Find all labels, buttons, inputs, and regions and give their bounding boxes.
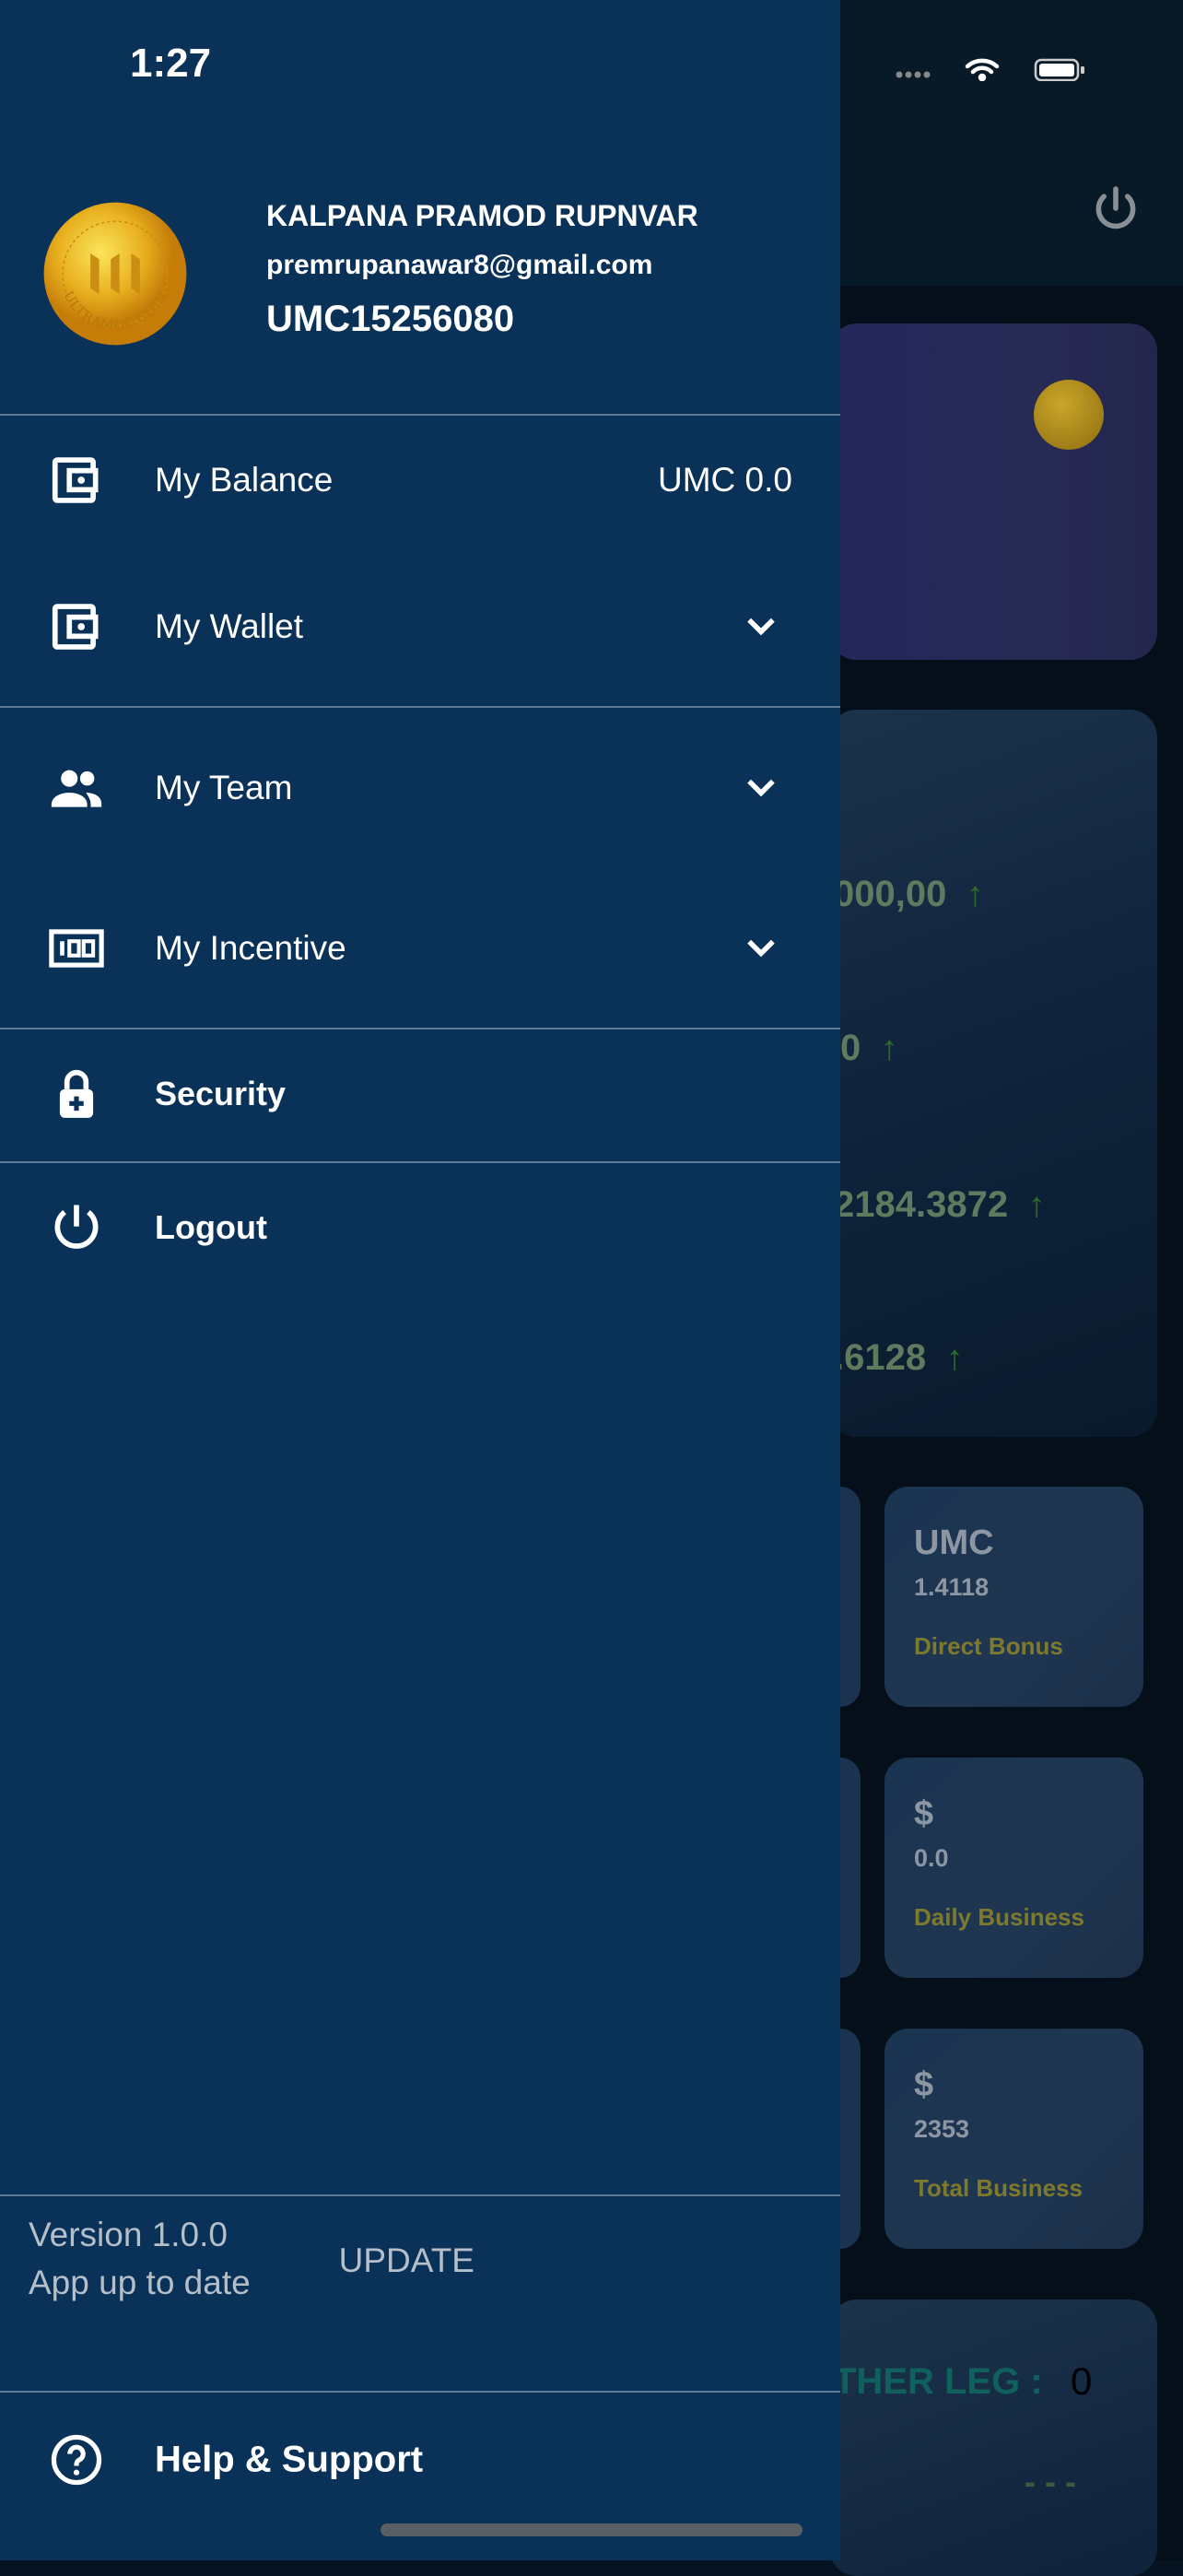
divider <box>0 2391 840 2393</box>
profile-user-id: UMC15256080 <box>266 299 515 339</box>
divider <box>0 414 840 416</box>
arrow-up-icon: ↑ <box>956 876 985 914</box>
total-business-card[interactable]: $ 2353 Total Business <box>884 2029 1143 2249</box>
version-text: Version 1.0.0 <box>29 2216 228 2253</box>
chevron-down-icon[interactable] <box>741 928 781 969</box>
profile-email: premrupanawar8@gmail.com <box>266 250 653 280</box>
card-title: $ <box>914 2065 934 2104</box>
wifi-icon <box>965 58 1000 81</box>
card-value: 0.0 <box>914 1844 949 1872</box>
partial-card <box>840 1487 861 1707</box>
counter-icon <box>49 929 104 968</box>
arrow-up-icon: ↑ <box>1018 1186 1046 1225</box>
partial-card <box>840 2029 861 2249</box>
menu-label: Help & Support <box>155 2439 424 2480</box>
wallet-icon <box>52 457 99 503</box>
card-label: Direct Bonus <box>914 1632 1063 1660</box>
card-title: UMC <box>914 1523 994 1562</box>
stat-value: 2184.3872 <box>834 1184 1009 1225</box>
lock-icon <box>59 1069 94 1118</box>
card-value: 1.4118 <box>914 1573 990 1601</box>
app-header <box>840 0 1183 286</box>
menu-item-logout[interactable]: Logout <box>0 1172 840 1283</box>
home-indicator[interactable] <box>381 2523 802 2536</box>
card-value: 2353 <box>914 2115 970 2143</box>
menu-label: My Wallet <box>155 607 304 645</box>
status-icons <box>896 58 1084 81</box>
card-label: Total Business <box>914 2174 1083 2202</box>
menu-item-security[interactable]: Security <box>0 1039 840 1149</box>
direct-bonus-card[interactable]: UMC 1.4118 Direct Bonus <box>884 1487 1143 1707</box>
leg-dashes: - - - <box>1025 2463 1076 2500</box>
stat-value: .6128 <box>834 1337 927 1378</box>
profile-name: KALPANA PRAMOD RUPNVAR <box>266 199 698 232</box>
leg-card <box>829 2300 1157 2576</box>
divider <box>0 1028 840 1029</box>
menu-item-my-wallet[interactable]: My Wallet <box>0 571 840 682</box>
menu-item-my-team[interactable]: My Team <box>0 733 840 843</box>
signal-icon <box>896 71 931 78</box>
stat-value: 0 <box>840 1028 861 1068</box>
help-icon <box>51 2434 102 2486</box>
arrow-up-icon: ↑ <box>871 1029 898 1068</box>
navigation-drawer: 1:27 ULTRAMOC COIN KALPANA PRAMOD RUPNVA… <box>0 0 840 2560</box>
divider <box>0 2194 840 2196</box>
divider <box>0 1161 840 1163</box>
menu-label: Security <box>155 1075 287 1112</box>
coin-logo-icon <box>1034 380 1104 450</box>
menu-label: My Incentive <box>155 929 346 967</box>
menu-item-my-incentive[interactable]: My Incentive <box>0 893 840 1004</box>
menu-label: My Team <box>155 769 293 806</box>
leg-label: THER LEG : <box>834 2361 1043 2402</box>
menu-item-my-balance[interactable]: My Balance UMC 0.0 <box>0 425 840 535</box>
partial-card <box>840 1758 861 1978</box>
daily-business-card[interactable]: $ 0.0 Daily Business <box>884 1758 1143 1978</box>
avatar: ULTRAMOC COIN <box>43 202 187 346</box>
balance-value: UMC 0.0 <box>658 461 792 499</box>
wallet-icon <box>52 604 99 650</box>
card-label: Daily Business <box>914 1903 1084 1931</box>
battery-icon <box>1034 58 1084 81</box>
balance-card <box>829 323 1157 660</box>
arrow-up-icon: ↑ <box>936 1339 964 1378</box>
update-button[interactable]: UPDATE <box>339 2241 474 2280</box>
update-status: App up to date <box>29 2264 251 2301</box>
status-time: 1:27 <box>130 41 212 86</box>
menu-label: My Balance <box>155 461 334 499</box>
power-icon <box>54 1205 99 1249</box>
people-icon <box>51 770 102 807</box>
stat-value: 000,00 <box>834 874 947 914</box>
power-icon[interactable] <box>1090 181 1142 236</box>
divider <box>0 706 840 708</box>
help-support-button[interactable]: Help & Support <box>0 2405 840 2515</box>
card-title: $ <box>914 1794 934 1833</box>
stats-card <box>829 710 1157 1437</box>
menu-label: Logout <box>155 1208 267 1246</box>
chevron-down-icon[interactable] <box>741 606 781 647</box>
chevron-down-icon[interactable] <box>741 768 781 808</box>
leg-value: 0 <box>1071 2359 1093 2403</box>
